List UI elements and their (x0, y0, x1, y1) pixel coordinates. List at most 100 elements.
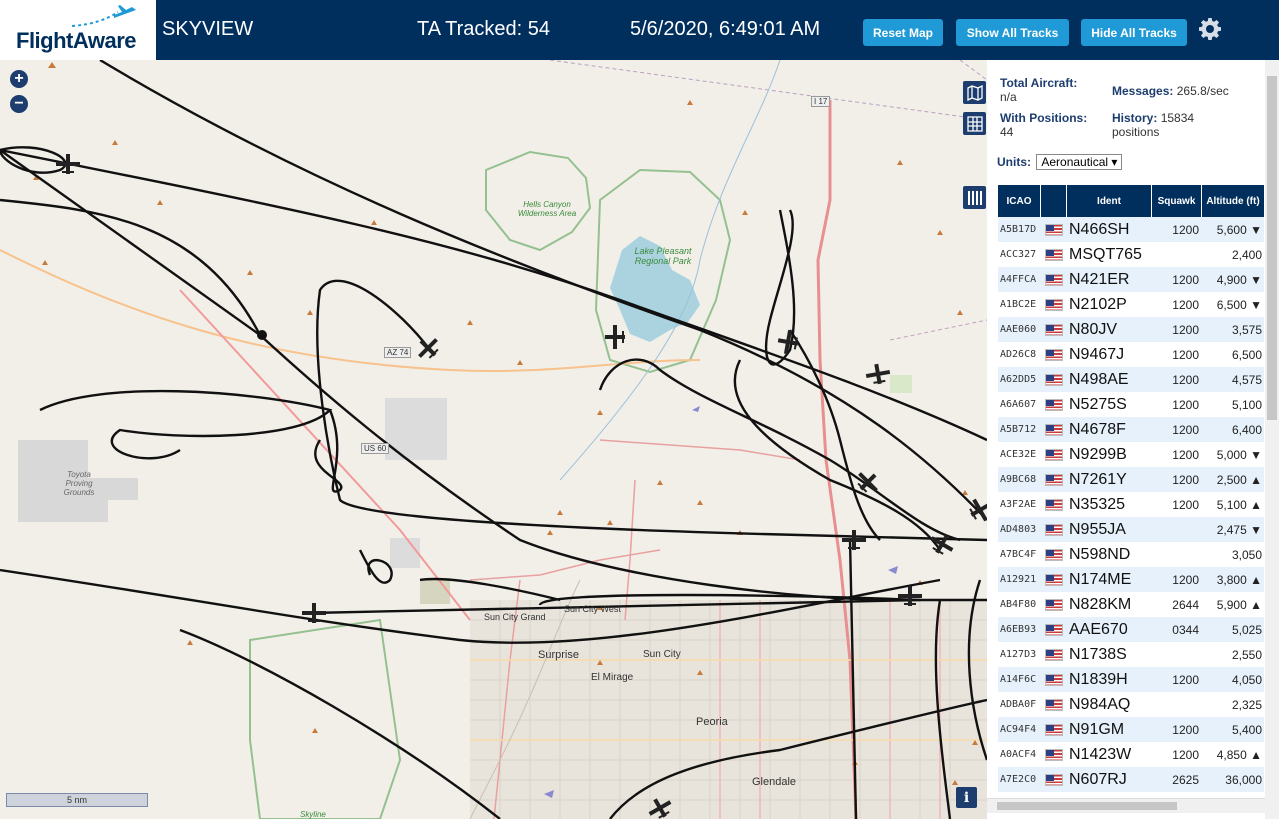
ident-cell: N607RJ (1069, 770, 1127, 788)
range-rings-button[interactable] (963, 112, 986, 135)
vertical-scrollbar[interactable] (1265, 60, 1279, 819)
map-layers-button[interactable] (963, 81, 986, 104)
altitude-cell: 3,800 ▲ (1216, 572, 1262, 587)
road-badge-i17: I 17 (811, 96, 831, 107)
table-row[interactable]: A5B17D N466SH 1200 5,600 ▼ (998, 217, 1264, 242)
country-flag-icon (1041, 473, 1067, 486)
squawk-cell: 1200 (1172, 322, 1199, 337)
table-row[interactable]: AB4F80 N828KM 2644 5,900 ▲ (998, 592, 1264, 617)
flightaware-logo[interactable]: FlightAware (0, 0, 156, 60)
toggle-columns-button[interactable] (963, 186, 986, 209)
table-row[interactable]: A4FFCA N421ER 1200 4,900 ▼ (998, 267, 1264, 292)
info-icon[interactable]: i (956, 787, 977, 808)
aircraft-table: ICAO Ident Squawk Altitude (ft) A5B17D N4… (998, 185, 1264, 792)
column-header-altitude[interactable]: Altitude (ft) (1202, 185, 1264, 217)
table-row[interactable]: A0ACF4 N1423W 1200 4,850 ▲ (998, 742, 1264, 767)
table-row[interactable]: A127D3 N1738S 2,550 (998, 642, 1264, 667)
table-row[interactable]: AD26C8 N9467J 1200 6,500 (998, 342, 1264, 367)
country-flag-icon (1041, 573, 1067, 586)
vertical-scroll-thumb[interactable] (1267, 76, 1277, 420)
column-header-flag[interactable] (1041, 185, 1067, 217)
units-select[interactable]: Aeronautical ▾ (1036, 154, 1123, 170)
altitude-cell: 5,600 ▼ (1216, 222, 1262, 237)
icao-cell: A14F6C (1000, 674, 1037, 685)
with-positions-label: With Positions: (1000, 111, 1088, 125)
ident-cell: N466SH (1069, 220, 1130, 238)
ident-cell: N1839H (1069, 670, 1128, 688)
table-row[interactable]: AAE060 N80JV 1200 3,575 (998, 317, 1264, 342)
ident-cell: N421ER (1069, 270, 1130, 288)
country-flag-icon (1041, 223, 1067, 236)
altitude-cell: 5,400 (1231, 722, 1262, 737)
table-row[interactable]: A6EB93 AAE670 0344 5,025 (998, 617, 1264, 642)
total-aircraft-value: n/a (1000, 90, 1017, 104)
country-flag-icon (1041, 623, 1067, 636)
altitude-cell: 4,900 ▼ (1216, 272, 1262, 287)
squawk-cell: 1200 (1172, 747, 1199, 762)
place-label-sun-city-west: Sun City West (564, 604, 621, 614)
altitude-cell: 6,500 ▼ (1216, 297, 1262, 312)
icao-cell: ACC327 (1000, 249, 1037, 260)
squawk-cell: 1200 (1172, 572, 1199, 587)
country-flag-icon (1041, 523, 1067, 536)
table-row[interactable]: A14F6C N1839H 1200 4,050 (998, 667, 1264, 692)
zoom-out-button[interactable]: − (10, 95, 28, 113)
logo-plane-icon (71, 5, 136, 27)
table-row[interactable]: ADBA0F N984AQ 2,325 (998, 692, 1264, 717)
altitude-cell: 3,050 (1231, 547, 1262, 562)
us-flag-icon (1045, 348, 1063, 361)
ident-cell: N955JA (1069, 520, 1126, 538)
us-flag-icon (1045, 223, 1063, 236)
ident-cell: AAE670 (1069, 620, 1128, 638)
table-row[interactable]: A7E2C0 N607RJ 2625 36,000 (998, 767, 1264, 792)
country-flag-icon (1041, 298, 1067, 311)
column-header-icao[interactable]: ICAO (998, 185, 1041, 217)
altitude-cell: 3,575 (1231, 322, 1262, 337)
us-flag-icon (1045, 548, 1063, 561)
reset-map-button[interactable]: Reset Map (863, 19, 943, 46)
table-row[interactable]: AC94F4 N91GM 1200 5,400 (998, 717, 1264, 742)
icao-cell: A6A607 (1000, 399, 1037, 410)
zoom-in-button[interactable]: + (10, 70, 28, 88)
table-row[interactable]: A9BC68 N7261Y 1200 2,500 ▲ (998, 467, 1264, 492)
table-row[interactable]: A7BC4F N598ND 3,050 (998, 542, 1264, 567)
horizontal-scrollbar[interactable] (987, 798, 1265, 813)
place-label-toyota: Toyota Proving Grounds (63, 470, 95, 497)
ident-cell: N5275S (1069, 395, 1127, 413)
table-row[interactable]: A62DD5 N498AE 1200 4,575 (998, 367, 1264, 392)
horizontal-scroll-thumb[interactable] (997, 802, 1177, 810)
gear-icon[interactable] (1198, 17, 1222, 41)
show-all-tracks-button[interactable]: Show All Tracks (956, 19, 1069, 46)
table-row[interactable]: ACE32E N9299B 1200 5,000 ▼ (998, 442, 1264, 467)
altitude-cell: 5,025 (1231, 622, 1262, 637)
icao-cell: A5B17D (1000, 224, 1037, 235)
units-label: Units: (997, 155, 1031, 169)
country-flag-icon (1041, 373, 1067, 386)
ident-cell: N91GM (1069, 720, 1125, 738)
ident-cell: N598ND (1069, 545, 1131, 563)
country-flag-icon (1041, 398, 1067, 411)
table-row[interactable]: A3F2AE N35325 1200 5,100 ▲ (998, 492, 1264, 517)
us-flag-icon (1045, 523, 1063, 536)
total-aircraft-label: Total Aircraft: (1000, 76, 1078, 90)
squawk-cell: 1200 (1172, 672, 1199, 687)
country-flag-icon (1041, 723, 1067, 736)
table-row[interactable]: A12921 N174ME 1200 3,800 ▲ (998, 567, 1264, 592)
table-row[interactable]: AD4803 N955JA 2,475 ▼ (998, 517, 1264, 542)
column-header-ident[interactable]: Ident (1067, 185, 1152, 217)
map-view[interactable]: Hells Canyon Wilderness Area Lake Pleasa… (0, 60, 987, 819)
table-row[interactable]: A5B712 N4678F 1200 6,400 (998, 417, 1264, 442)
squawk-cell: 1200 (1172, 297, 1199, 312)
icao-cell: A0ACF4 (1000, 749, 1037, 760)
table-row[interactable]: A6A607 N5275S 1200 5,100 (998, 392, 1264, 417)
column-header-squawk[interactable]: Squawk (1152, 185, 1202, 217)
table-row[interactable]: ACC327 MSQT765 2,400 (998, 242, 1264, 267)
hide-all-tracks-button[interactable]: Hide All Tracks (1081, 19, 1187, 46)
us-flag-icon (1045, 323, 1063, 336)
altitude-cell: 5,100 (1231, 397, 1262, 412)
altitude-cell: 2,550 (1231, 647, 1262, 662)
table-row[interactable]: A1BC2E N2102P 1200 6,500 ▼ (998, 292, 1264, 317)
grid-icon (966, 115, 983, 132)
us-flag-icon (1045, 448, 1063, 461)
us-flag-icon (1045, 298, 1063, 311)
